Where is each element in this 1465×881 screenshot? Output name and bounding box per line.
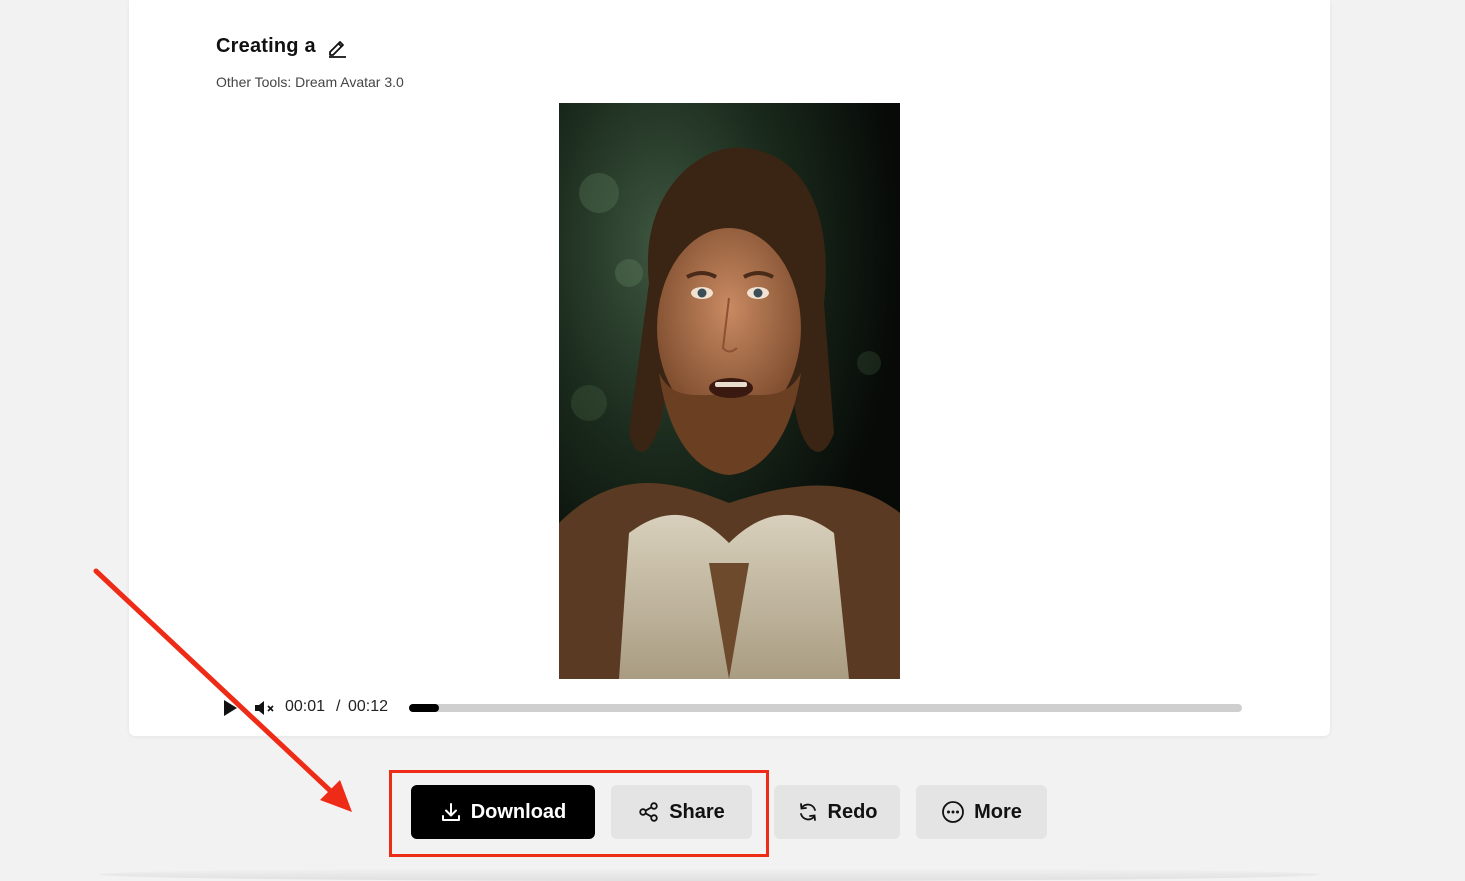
video-preview[interactable]	[559, 103, 900, 679]
title-row: Creating a	[216, 35, 348, 58]
mute-icon[interactable]	[254, 699, 276, 717]
share-button[interactable]: Share	[611, 785, 752, 839]
more-button[interactable]: More	[916, 785, 1047, 839]
play-icon[interactable]	[222, 699, 238, 717]
edit-icon[interactable]	[326, 36, 348, 58]
download-label: Download	[470, 800, 567, 823]
page-title: Creating a	[216, 35, 316, 57]
video-controls: 00:01 / 00:12	[222, 695, 1252, 721]
progress-fill	[409, 704, 439, 712]
current-time: 00:01	[285, 698, 326, 715]
bottom-panel-shadow	[100, 868, 1320, 881]
redo-button[interactable]: Redo	[774, 785, 900, 839]
portrait-frame	[559, 103, 900, 679]
download-button[interactable]: Download	[411, 785, 595, 839]
time-separator: /	[336, 698, 341, 715]
redo-icon	[797, 801, 819, 823]
subtitle: Other Tools: Dream Avatar 3.0	[216, 74, 404, 90]
share-label: Share	[669, 800, 725, 823]
share-icon	[638, 801, 660, 823]
progress-bar[interactable]	[409, 704, 1242, 712]
download-icon	[440, 801, 462, 823]
redo-label: Redo	[827, 800, 878, 823]
more-label: More	[974, 800, 1022, 823]
total-time: 00:12	[348, 698, 389, 715]
more-icon	[941, 800, 965, 824]
